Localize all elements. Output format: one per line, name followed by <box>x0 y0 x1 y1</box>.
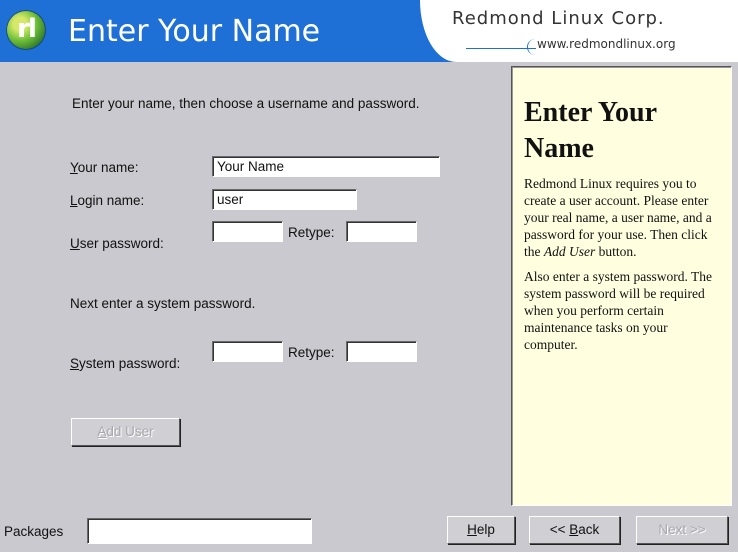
add-user-button[interactable]: Add User <box>71 418 180 446</box>
system-intro-text: Next enter a system password. <box>70 296 256 311</box>
help-paragraph-1: Redmond Linux requires you to create a u… <box>524 176 712 259</box>
your-name-label: Your name: <box>70 160 139 175</box>
system-password-field[interactable] <box>212 341 283 362</box>
user-password-field[interactable] <box>212 221 283 242</box>
system-password-label: System password: <box>70 356 181 371</box>
url-brace <box>527 39 536 55</box>
packages-label: Packages <box>4 524 64 539</box>
company-url: www.redmondlinux.org <box>537 37 676 51</box>
company-name: Redmond Linux Corp. <box>452 8 665 29</box>
intro-text: Enter your name, then choose a username … <box>72 96 420 111</box>
packages-progress-field <box>87 518 312 544</box>
user-retype-label: Retype: <box>288 225 335 240</box>
user-password-label: User password: <box>70 236 164 251</box>
system-retype-label: Retype: <box>288 345 335 360</box>
help-button[interactable]: Help <box>447 516 515 544</box>
redmond-logo-icon: rl <box>6 10 46 50</box>
system-retype-field[interactable] <box>346 341 417 362</box>
url-underline <box>466 48 536 49</box>
help-title: Enter Your Name <box>524 97 657 164</box>
page-title: Enter Your Name <box>68 14 321 49</box>
next-button[interactable]: Next >> <box>636 516 728 544</box>
header-banner: rl Enter Your Name Redmond Linux Corp. w… <box>0 0 738 62</box>
back-button[interactable]: << Back <box>529 516 620 544</box>
login-name-field[interactable]: user <box>212 189 357 210</box>
login-name-label: Login name: <box>70 193 145 208</box>
help-panel: Enter Your Name Redmond Linux requires y… <box>511 66 732 506</box>
user-retype-field[interactable] <box>346 221 417 242</box>
help-paragraph-2: Also enter a system password. The system… <box>524 269 712 352</box>
your-name-field[interactable]: Your Name <box>212 156 440 177</box>
